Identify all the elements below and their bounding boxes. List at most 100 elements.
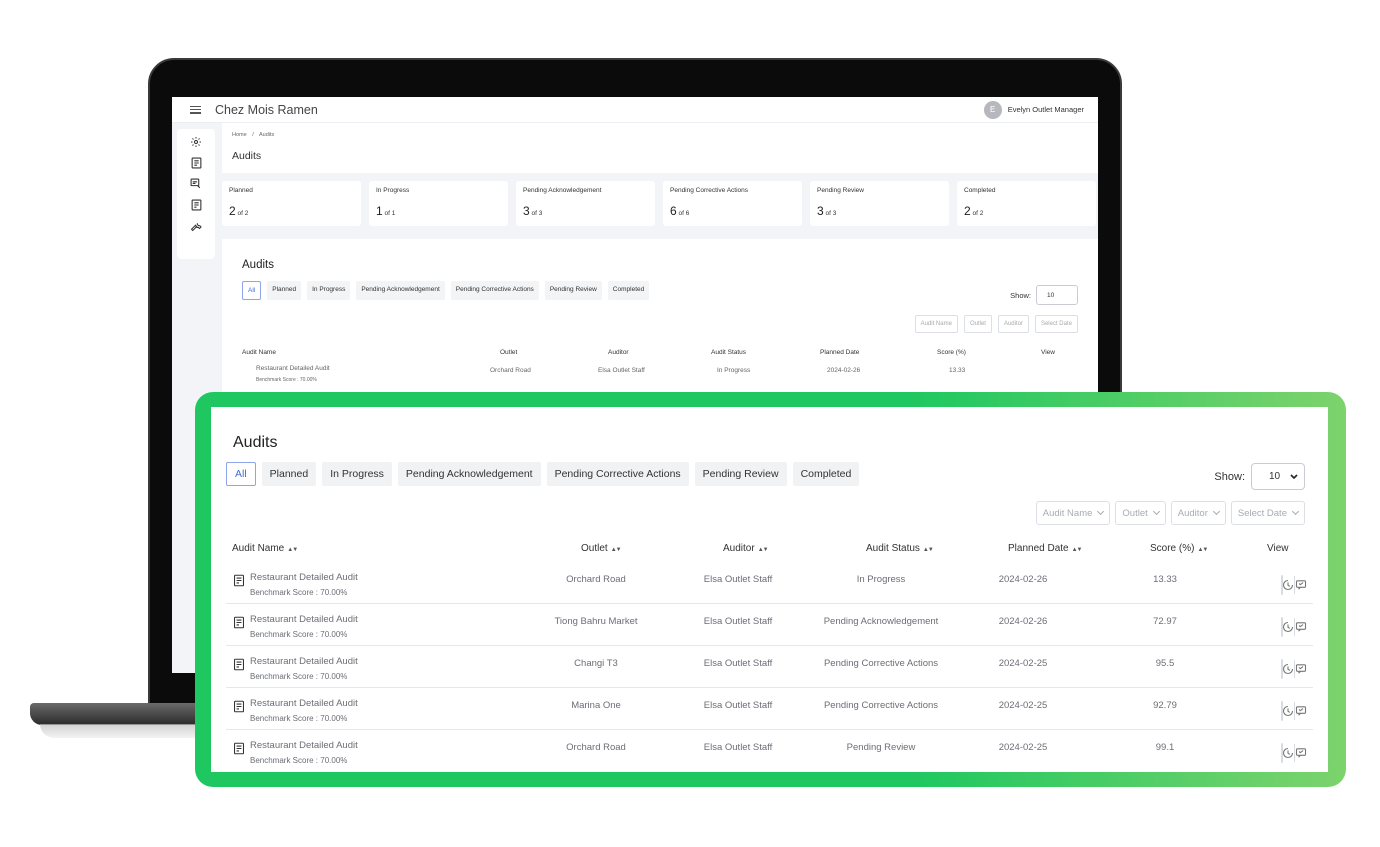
wrench-icon[interactable]: [190, 219, 203, 232]
tab-in-progress[interactable]: In Progress: [307, 281, 351, 300]
audit-book-icon[interactable]: [190, 156, 203, 169]
summary-card-count: 2: [964, 204, 971, 218]
tab-pending-corrective-actions[interactable]: Pending Corrective Actions: [450, 281, 539, 300]
filter-auditor[interactable]: Auditor: [997, 315, 1029, 333]
summary-card-value: 6 of 6: [670, 204, 795, 218]
audit-name-link[interactable]: Restaurant Detailed Audit: [250, 656, 358, 667]
tab-pending-review[interactable]: Pending Review: [544, 281, 602, 300]
score-value: 13.33: [949, 367, 966, 374]
tab-all[interactable]: All: [242, 281, 262, 300]
summary-card-count: 1: [376, 204, 383, 218]
audit-name-link[interactable]: Restaurant Detailed Audit: [256, 365, 330, 372]
auditor-value: Elsa Outlet Staff: [703, 742, 773, 753]
summary-card-value: 2 of 2: [964, 204, 1089, 218]
view-progress-button[interactable]: [1282, 618, 1294, 636]
column-label: Score (%): [1150, 543, 1195, 554]
view-comments-button[interactable]: [1294, 618, 1307, 636]
col-score[interactable]: Score (%) ▲▼: [1150, 543, 1208, 554]
app-title: Chez Mois Ramen: [215, 102, 318, 117]
page-header: Home / Audits Audits: [222, 123, 1098, 173]
col-score[interactable]: Score (%): [937, 349, 966, 356]
auditor-value: Elsa Outlet Staff: [598, 367, 645, 374]
summary-card-label: In Progress: [376, 187, 410, 194]
col-audit-name[interactable]: Audit Name ▲▼: [232, 543, 298, 554]
show-label: Show:: [1010, 290, 1031, 300]
view-comments-button[interactable]: [1294, 702, 1307, 720]
outlet-value: Orchard Road: [566, 742, 626, 753]
tab-pending-review[interactable]: Pending Review: [694, 462, 787, 486]
tab-pending-acknowledgement[interactable]: Pending Acknowledgement: [356, 281, 445, 300]
col-planned-date[interactable]: Planned Date ▲▼: [1008, 543, 1082, 554]
view-comments-button[interactable]: [1294, 744, 1307, 762]
tab-in-progress[interactable]: In Progress: [322, 462, 392, 486]
tab-pending-corrective-actions[interactable]: Pending Corrective Actions: [546, 462, 689, 486]
checklist-icon[interactable]: [190, 198, 203, 211]
gear-icon[interactable]: [190, 135, 203, 148]
col-auditor[interactable]: Auditor: [608, 349, 629, 356]
summary-card-total: of 6: [678, 210, 690, 217]
benchmark-score: Benchmark Score : 70.00%: [250, 630, 348, 639]
user-menu[interactable]: E Evelyn Outlet Manager: [983, 100, 1084, 119]
audits-panel: Audits All Planned In Progress Pending A…: [211, 407, 1328, 772]
tab-planned[interactable]: Planned: [261, 462, 317, 486]
col-audit-status[interactable]: Audit Status ▲▼: [866, 543, 934, 554]
view-comments-button[interactable]: [1294, 576, 1307, 594]
benchmark-score: Benchmark Score : 70.00%: [250, 672, 348, 681]
tab-completed[interactable]: Completed: [792, 462, 860, 486]
page-size-select[interactable]: 10: [1251, 463, 1305, 490]
column-label: View: [1267, 543, 1289, 554]
avatar: E: [983, 100, 1002, 119]
status-value: In Progress: [856, 574, 906, 585]
filter-auditor[interactable]: Auditor: [1170, 501, 1226, 525]
view-progress-button[interactable]: [1282, 744, 1294, 762]
summary-card-pending-review[interactable]: Pending Review 3 of 3: [810, 181, 949, 226]
user-name: Evelyn Outlet Manager: [1007, 105, 1084, 114]
tab-planned[interactable]: Planned: [267, 281, 302, 300]
audits-table: Restaurant Detailed Audit Benchmark Scor…: [226, 562, 1313, 772]
summary-card-planned[interactable]: Planned 2 of 2: [222, 181, 361, 226]
summary-card-label: Planned: [229, 187, 253, 194]
summary-card-label: Completed: [964, 187, 996, 194]
tab-completed[interactable]: Completed: [607, 281, 650, 300]
summary-card-completed[interactable]: Completed 2 of 2: [957, 181, 1096, 226]
summary-card-in-progress[interactable]: In Progress 1 of 1: [369, 181, 508, 226]
breadcrumb-home[interactable]: Home: [232, 132, 247, 138]
filter-label: Auditor: [1177, 507, 1208, 519]
audit-chat-icon[interactable]: [190, 177, 203, 190]
col-audit-status[interactable]: Audit Status: [711, 349, 746, 356]
chevron-down-icon: [1291, 507, 1300, 516]
audit-name-link[interactable]: Restaurant Detailed Audit: [250, 614, 358, 625]
audit-name-link[interactable]: Restaurant Detailed Audit: [250, 740, 358, 751]
filter-outlet[interactable]: Outlet: [1115, 501, 1166, 525]
breadcrumb: Home / Audits: [232, 132, 1088, 138]
hamburger-menu-icon[interactable]: [190, 105, 201, 114]
filter-audit-name[interactable]: Audit Name: [914, 315, 958, 333]
view-progress-button[interactable]: [1282, 702, 1294, 720]
date-value: 2024-02-26: [998, 616, 1048, 627]
filter-outlet[interactable]: Outlet: [963, 315, 992, 333]
filter-audit-name[interactable]: Audit Name: [1035, 501, 1111, 525]
col-outlet[interactable]: Outlet ▲▼: [581, 543, 622, 554]
tab-all[interactable]: All: [226, 462, 256, 486]
col-auditor[interactable]: Auditor ▲▼: [723, 543, 769, 554]
filter-select-date[interactable]: Select Date: [1034, 315, 1078, 333]
progress-icon: [1282, 579, 1294, 591]
audit-name-link[interactable]: Restaurant Detailed Audit: [250, 572, 358, 583]
audit-name-link[interactable]: Restaurant Detailed Audit: [250, 698, 358, 709]
col-audit-name[interactable]: Audit Name: [242, 349, 276, 356]
view-progress-button[interactable]: [1282, 660, 1294, 678]
view-progress-button[interactable]: [1282, 576, 1294, 594]
summary-card-count: 2: [229, 204, 236, 218]
filter-select-date[interactable]: Select Date: [1230, 501, 1305, 525]
summary-card-pending-acknowledgement[interactable]: Pending Acknowledgement 3 of 3: [516, 181, 655, 226]
outlet-value: Orchard Road: [490, 367, 531, 374]
summary-card-count: 3: [523, 204, 530, 218]
summary-card-pending-corrective-actions[interactable]: Pending Corrective Actions 6 of 6: [663, 181, 802, 226]
page-size-select[interactable]: 10: [1036, 285, 1078, 305]
col-planned-date[interactable]: Planned Date: [820, 349, 859, 356]
col-outlet[interactable]: Outlet: [500, 349, 517, 356]
comment-icon: [1295, 664, 1307, 674]
view-comments-button[interactable]: [1294, 660, 1307, 678]
auditor-value: Elsa Outlet Staff: [703, 700, 773, 711]
tab-pending-acknowledgement[interactable]: Pending Acknowledgement: [397, 462, 541, 486]
